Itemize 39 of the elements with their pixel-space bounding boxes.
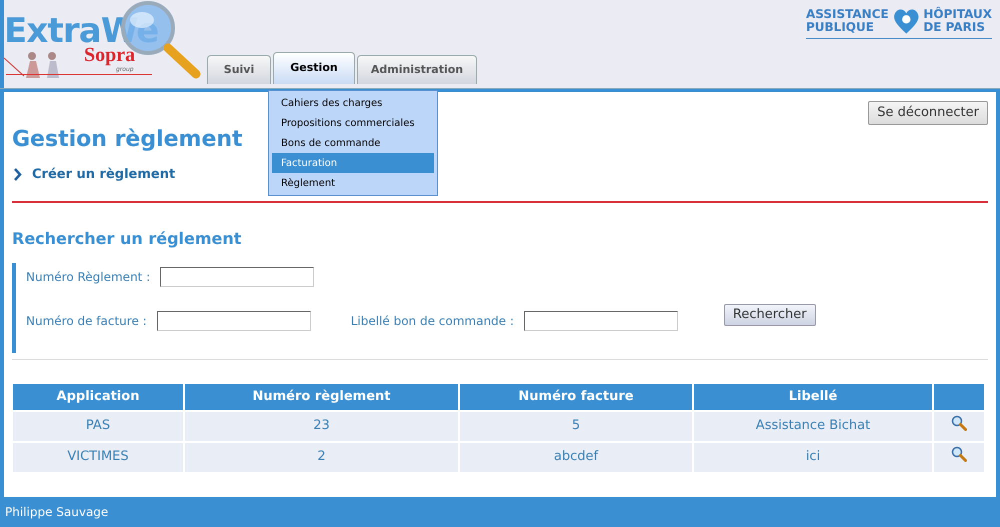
create-link[interactable]: Créer un règlement: [32, 165, 176, 184]
menu-item[interactable]: Propositions commerciales: [272, 113, 434, 133]
page-title: Gestion règlement: [12, 126, 243, 154]
tab[interactable]: Suivi: [207, 55, 271, 84]
table-cell: ici: [694, 442, 932, 472]
table-cell: abcdef: [460, 442, 692, 472]
table-cell: Assistance Bichat: [694, 412, 932, 440]
field-label: Numéro Règlement :: [26, 268, 150, 286]
logo-text: ASSISTANCE: [806, 8, 889, 20]
menu-item[interactable]: Bons de commande: [272, 133, 434, 153]
table-cell: 5: [460, 412, 692, 440]
input-field[interactable]: [156, 310, 311, 330]
field-label: Numéro de facture :: [26, 312, 147, 330]
section-title: Rechercher un réglement: [12, 228, 242, 250]
column-header: Numéro facture: [460, 384, 692, 410]
search-button[interactable]: Rechercher: [724, 304, 816, 326]
menu-item[interactable]: Règlement: [272, 173, 434, 193]
magnifier-icon[interactable]: [951, 446, 967, 462]
logout-button[interactable]: Se déconnecter: [868, 101, 988, 125]
menu-item[interactable]: Cahiers des charges: [272, 93, 434, 113]
table-cell: 23: [185, 412, 458, 440]
tab[interactable]: Administration: [357, 55, 477, 84]
table-cell: PAS: [13, 412, 183, 440]
input-field[interactable]: [524, 310, 678, 330]
chevron-icon: [14, 168, 22, 182]
logo-text: HÔPITAUX: [923, 8, 992, 20]
logo-text: DE PARIS: [923, 20, 986, 34]
table-cell: VICTIMES: [13, 442, 183, 472]
magnifier-icon[interactable]: [951, 414, 967, 431]
logo-brand: Sopra: [84, 46, 136, 64]
input-field[interactable]: [160, 266, 314, 286]
tab[interactable]: Gestion: [273, 52, 355, 84]
column-header: Numéro règlement: [185, 384, 458, 410]
field-label: Libellé bon de commande :: [350, 312, 514, 330]
column-header: Application: [13, 384, 183, 410]
column-header: Libellé: [694, 384, 932, 410]
table-cell: 2: [185, 442, 458, 472]
logo-text: PUBLIQUE: [806, 20, 875, 34]
user-name: Philippe Sauvage: [5, 504, 108, 521]
